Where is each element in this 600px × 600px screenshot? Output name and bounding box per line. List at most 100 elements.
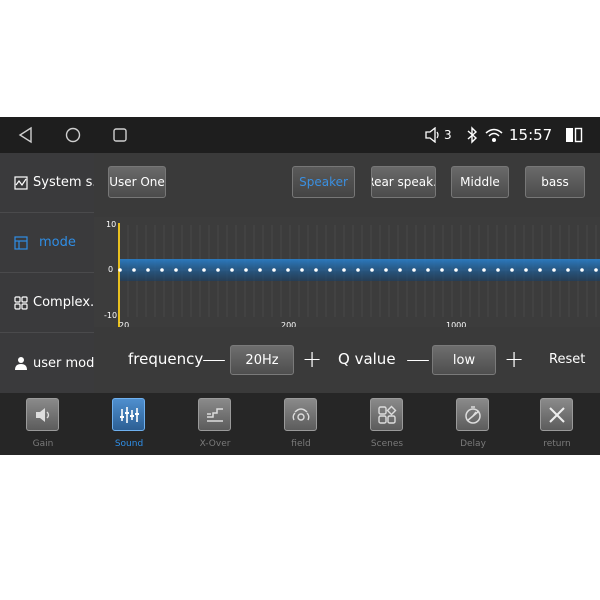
close-icon bbox=[540, 398, 573, 431]
sidebar-item-label: user mod.. bbox=[33, 355, 94, 371]
recent-apps-icon[interactable] bbox=[110, 126, 130, 144]
rear-speaker-button[interactable]: Rear speak.. bbox=[371, 166, 436, 198]
sound-field-icon bbox=[284, 398, 317, 431]
bottom-tab-bar: Gain Sound X-Over field Scenes Delay ret… bbox=[0, 393, 600, 455]
sidebar: System s.. mode Complex.. user mod bbox=[0, 153, 94, 393]
crossover-icon bbox=[198, 398, 231, 431]
x-tick-label: 20 bbox=[119, 321, 129, 327]
bluetooth-icon[interactable] bbox=[466, 126, 478, 144]
eq-band-point[interactable] bbox=[594, 268, 598, 272]
delay-icon bbox=[456, 398, 489, 431]
eq-band-point[interactable] bbox=[300, 268, 304, 272]
tab-label: field bbox=[291, 439, 311, 449]
y-tick-label: -10 bbox=[104, 311, 117, 320]
q-decrease-button[interactable]: — bbox=[406, 347, 430, 371]
tab-label: Delay bbox=[460, 439, 486, 449]
eq-band-point[interactable] bbox=[118, 268, 122, 272]
tab-gain[interactable]: Gain bbox=[0, 393, 86, 455]
eq-band-point[interactable] bbox=[258, 268, 262, 272]
tab-return[interactable]: return bbox=[514, 393, 600, 455]
frequency-increase-button[interactable]: + bbox=[302, 347, 322, 371]
eq-band-point[interactable] bbox=[384, 268, 388, 272]
user-one-button[interactable]: User One bbox=[108, 166, 166, 198]
eq-band-point[interactable] bbox=[146, 268, 150, 272]
tab-label: Gain bbox=[32, 439, 54, 449]
equalizer-icon bbox=[112, 398, 145, 431]
eq-band-point[interactable] bbox=[538, 268, 542, 272]
user-icon bbox=[15, 357, 27, 370]
eq-band-point[interactable] bbox=[412, 268, 416, 272]
eq-band-point[interactable] bbox=[188, 268, 192, 272]
back-icon[interactable] bbox=[16, 126, 36, 144]
volume-icon[interactable] bbox=[424, 127, 442, 143]
sidebar-item-label: Complex.. bbox=[33, 295, 94, 310]
tab-scenes[interactable]: Scenes bbox=[344, 393, 430, 455]
eq-band-point[interactable] bbox=[482, 268, 486, 272]
eq-band-point[interactable] bbox=[356, 268, 360, 272]
wifi-icon[interactable] bbox=[484, 127, 504, 143]
eq-band-point[interactable] bbox=[230, 268, 234, 272]
eq-band-point[interactable] bbox=[216, 268, 220, 272]
eq-band-point[interactable] bbox=[160, 268, 164, 272]
eq-band-point[interactable] bbox=[342, 268, 346, 272]
eq-band-point[interactable] bbox=[328, 268, 332, 272]
eq-band-point[interactable] bbox=[314, 268, 318, 272]
split-screen-icon[interactable] bbox=[565, 127, 583, 143]
tab-delay[interactable]: Delay bbox=[430, 393, 516, 455]
eq-band-point[interactable] bbox=[524, 268, 528, 272]
sidebar-item-user-mode[interactable]: user mod.. bbox=[0, 333, 94, 393]
sidebar-item-label: mode bbox=[39, 235, 76, 250]
eq-band-point[interactable] bbox=[244, 268, 248, 272]
frequency-value-button[interactable]: 20Hz bbox=[230, 345, 294, 375]
eq-band-point[interactable] bbox=[174, 268, 178, 272]
bass-button[interactable]: bass bbox=[525, 166, 585, 198]
equalizer-graph[interactable]: 10 0 -10 20 200 1000 bbox=[94, 217, 600, 327]
eq-band-point[interactable] bbox=[398, 268, 402, 272]
tab-sound[interactable]: Sound bbox=[86, 393, 172, 455]
clock: 15:57 bbox=[509, 126, 553, 144]
main-panel: User One Speaker Rear speak.. Middle bas… bbox=[94, 153, 600, 393]
eq-band-point[interactable] bbox=[454, 268, 458, 272]
sidebar-item-mode[interactable]: mode bbox=[0, 213, 94, 273]
speaker-button[interactable]: Speaker bbox=[292, 166, 355, 198]
frequency-label: frequency bbox=[128, 350, 204, 368]
q-increase-button[interactable]: + bbox=[504, 347, 524, 371]
tab-label: return bbox=[543, 439, 571, 449]
eq-band-point[interactable] bbox=[566, 268, 570, 272]
tab-x-over[interactable]: X-Over bbox=[172, 393, 258, 455]
speaker-icon bbox=[26, 398, 59, 431]
reset-button[interactable]: Reset bbox=[549, 352, 585, 367]
eq-band-point[interactable] bbox=[426, 268, 430, 272]
system-chart-icon bbox=[14, 175, 28, 190]
y-tick-label: 10 bbox=[106, 220, 116, 229]
status-bar: 3 15:57 bbox=[0, 117, 600, 153]
eq-band-point[interactable] bbox=[202, 268, 206, 272]
sidebar-item-system-settings[interactable]: System s.. bbox=[0, 153, 94, 213]
eq-band-point[interactable] bbox=[496, 268, 500, 272]
volume-level: 3 bbox=[444, 128, 452, 142]
q-value-button[interactable]: low bbox=[432, 345, 496, 375]
eq-band-point[interactable] bbox=[440, 268, 444, 272]
q-value-label: Q value bbox=[338, 350, 396, 368]
eq-band-point[interactable] bbox=[370, 268, 374, 272]
sidebar-item-complex[interactable]: Complex.. bbox=[0, 273, 94, 333]
middle-button[interactable]: Middle bbox=[451, 166, 509, 198]
eq-band-point[interactable] bbox=[510, 268, 514, 272]
x-tick-label: 1000 bbox=[446, 321, 466, 327]
eq-band-point[interactable] bbox=[552, 268, 556, 272]
sidebar-item-label: System s.. bbox=[33, 175, 94, 190]
eq-band-point[interactable] bbox=[286, 268, 290, 272]
x-tick-label: 200 bbox=[281, 321, 296, 327]
frequency-decrease-button[interactable]: — bbox=[202, 347, 226, 371]
eq-band-point[interactable] bbox=[272, 268, 276, 272]
eq-band-point[interactable] bbox=[468, 268, 472, 272]
tab-label: Scenes bbox=[370, 439, 404, 449]
eq-band-point[interactable] bbox=[580, 268, 584, 272]
tab-label: X-Over bbox=[199, 439, 231, 449]
scenes-icon bbox=[370, 398, 403, 431]
mode-icon bbox=[14, 235, 28, 250]
tab-field[interactable]: field bbox=[258, 393, 344, 455]
eq-band-point[interactable] bbox=[132, 268, 136, 272]
home-icon[interactable] bbox=[63, 126, 83, 144]
head-unit-screen: 3 15:57 System s.. mode Complex.. user m… bbox=[0, 117, 600, 455]
